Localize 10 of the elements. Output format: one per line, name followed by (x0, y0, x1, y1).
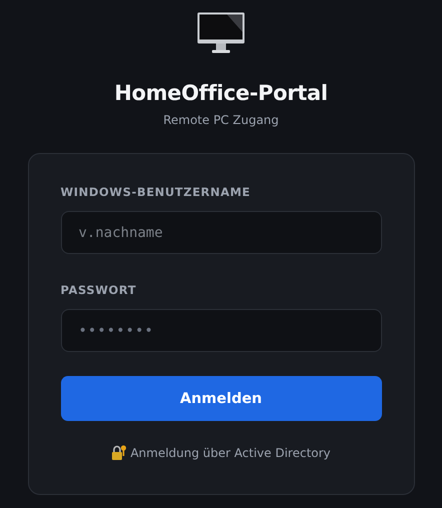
field-label: PASSWORT (60, 282, 138, 298)
monitor-icon (197, 12, 245, 54)
field-label: WINDOWS-BENUTZERNAME (60, 184, 252, 200)
login-button[interactable]: Anmelden (60, 376, 382, 421)
password-field[interactable]: •••••••• (60, 309, 382, 352)
lock-key-icon (111, 445, 128, 460)
username-field[interactable]: v.nachname (60, 211, 382, 254)
auth-note: Anmeldung über Active Directory (130, 446, 331, 460)
portal-subtitle: Remote PC Zugang (163, 112, 279, 128)
portal-title: HomeOffice-Portal (114, 80, 328, 106)
